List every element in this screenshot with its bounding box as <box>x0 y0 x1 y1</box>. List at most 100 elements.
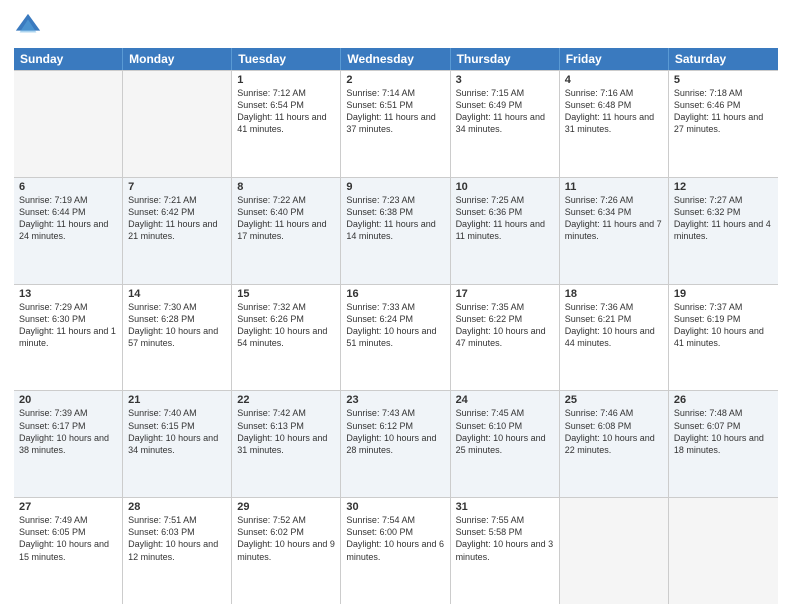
day-cell-22: 22Sunrise: 7:42 AMSunset: 6:13 PMDayligh… <box>232 391 341 497</box>
day-number: 21 <box>128 394 226 406</box>
day-cell-4: 4Sunrise: 7:16 AMSunset: 6:48 PMDaylight… <box>560 71 669 177</box>
day-cell-21: 21Sunrise: 7:40 AMSunset: 6:15 PMDayligh… <box>123 391 232 497</box>
day-cell-16: 16Sunrise: 7:33 AMSunset: 6:24 PMDayligh… <box>341 285 450 391</box>
day-number: 18 <box>565 288 663 300</box>
header <box>14 12 778 40</box>
day-detail: Sunrise: 7:32 AMSunset: 6:26 PMDaylight:… <box>237 301 335 350</box>
day-detail: Sunrise: 7:52 AMSunset: 6:02 PMDaylight:… <box>237 514 335 563</box>
day-cell-18: 18Sunrise: 7:36 AMSunset: 6:21 PMDayligh… <box>560 285 669 391</box>
day-detail: Sunrise: 7:29 AMSunset: 6:30 PMDaylight:… <box>19 301 117 350</box>
empty-cell <box>560 498 669 604</box>
day-number: 28 <box>128 501 226 513</box>
header-day-monday: Monday <box>123 48 232 70</box>
day-cell-26: 26Sunrise: 7:48 AMSunset: 6:07 PMDayligh… <box>669 391 778 497</box>
header-day-thursday: Thursday <box>451 48 560 70</box>
day-number: 22 <box>237 394 335 406</box>
day-detail: Sunrise: 7:15 AMSunset: 6:49 PMDaylight:… <box>456 87 554 136</box>
day-number: 26 <box>674 394 773 406</box>
day-detail: Sunrise: 7:48 AMSunset: 6:07 PMDaylight:… <box>674 407 773 456</box>
day-detail: Sunrise: 7:51 AMSunset: 6:03 PMDaylight:… <box>128 514 226 563</box>
day-number: 10 <box>456 181 554 193</box>
day-number: 8 <box>237 181 335 193</box>
calendar-week-4: 20Sunrise: 7:39 AMSunset: 6:17 PMDayligh… <box>14 391 778 498</box>
day-detail: Sunrise: 7:27 AMSunset: 6:32 PMDaylight:… <box>674 194 773 243</box>
day-detail: Sunrise: 7:45 AMSunset: 6:10 PMDaylight:… <box>456 407 554 456</box>
day-cell-25: 25Sunrise: 7:46 AMSunset: 6:08 PMDayligh… <box>560 391 669 497</box>
day-detail: Sunrise: 7:12 AMSunset: 6:54 PMDaylight:… <box>237 87 335 136</box>
day-number: 24 <box>456 394 554 406</box>
day-detail: Sunrise: 7:22 AMSunset: 6:40 PMDaylight:… <box>237 194 335 243</box>
day-detail: Sunrise: 7:37 AMSunset: 6:19 PMDaylight:… <box>674 301 773 350</box>
calendar-week-2: 6Sunrise: 7:19 AMSunset: 6:44 PMDaylight… <box>14 178 778 285</box>
day-number: 13 <box>19 288 117 300</box>
day-number: 19 <box>674 288 773 300</box>
day-detail: Sunrise: 7:26 AMSunset: 6:34 PMDaylight:… <box>565 194 663 243</box>
day-number: 16 <box>346 288 444 300</box>
day-cell-20: 20Sunrise: 7:39 AMSunset: 6:17 PMDayligh… <box>14 391 123 497</box>
header-day-wednesday: Wednesday <box>341 48 450 70</box>
logo <box>14 12 46 40</box>
day-detail: Sunrise: 7:42 AMSunset: 6:13 PMDaylight:… <box>237 407 335 456</box>
day-detail: Sunrise: 7:40 AMSunset: 6:15 PMDaylight:… <box>128 407 226 456</box>
day-number: 9 <box>346 181 444 193</box>
day-number: 29 <box>237 501 335 513</box>
day-cell-11: 11Sunrise: 7:26 AMSunset: 6:34 PMDayligh… <box>560 178 669 284</box>
day-cell-17: 17Sunrise: 7:35 AMSunset: 6:22 PMDayligh… <box>451 285 560 391</box>
calendar-week-1: 1Sunrise: 7:12 AMSunset: 6:54 PMDaylight… <box>14 70 778 178</box>
day-number: 25 <box>565 394 663 406</box>
page: SundayMondayTuesdayWednesdayThursdayFrid… <box>0 0 792 612</box>
day-detail: Sunrise: 7:36 AMSunset: 6:21 PMDaylight:… <box>565 301 663 350</box>
day-cell-7: 7Sunrise: 7:21 AMSunset: 6:42 PMDaylight… <box>123 178 232 284</box>
day-cell-27: 27Sunrise: 7:49 AMSunset: 6:05 PMDayligh… <box>14 498 123 604</box>
day-cell-31: 31Sunrise: 7:55 AMSunset: 5:58 PMDayligh… <box>451 498 560 604</box>
day-cell-28: 28Sunrise: 7:51 AMSunset: 6:03 PMDayligh… <box>123 498 232 604</box>
day-detail: Sunrise: 7:43 AMSunset: 6:12 PMDaylight:… <box>346 407 444 456</box>
empty-cell <box>14 71 123 177</box>
day-number: 31 <box>456 501 554 513</box>
day-detail: Sunrise: 7:49 AMSunset: 6:05 PMDaylight:… <box>19 514 117 563</box>
day-cell-24: 24Sunrise: 7:45 AMSunset: 6:10 PMDayligh… <box>451 391 560 497</box>
day-number: 23 <box>346 394 444 406</box>
day-number: 27 <box>19 501 117 513</box>
header-day-sunday: Sunday <box>14 48 123 70</box>
day-detail: Sunrise: 7:55 AMSunset: 5:58 PMDaylight:… <box>456 514 554 563</box>
day-number: 3 <box>456 74 554 86</box>
day-detail: Sunrise: 7:46 AMSunset: 6:08 PMDaylight:… <box>565 407 663 456</box>
day-cell-1: 1Sunrise: 7:12 AMSunset: 6:54 PMDaylight… <box>232 71 341 177</box>
day-number: 20 <box>19 394 117 406</box>
day-number: 6 <box>19 181 117 193</box>
day-detail: Sunrise: 7:21 AMSunset: 6:42 PMDaylight:… <box>128 194 226 243</box>
header-day-friday: Friday <box>560 48 669 70</box>
day-cell-3: 3Sunrise: 7:15 AMSunset: 6:49 PMDaylight… <box>451 71 560 177</box>
day-number: 7 <box>128 181 226 193</box>
header-day-saturday: Saturday <box>669 48 778 70</box>
day-number: 5 <box>674 74 773 86</box>
day-detail: Sunrise: 7:16 AMSunset: 6:48 PMDaylight:… <box>565 87 663 136</box>
day-cell-23: 23Sunrise: 7:43 AMSunset: 6:12 PMDayligh… <box>341 391 450 497</box>
day-number: 1 <box>237 74 335 86</box>
day-number: 2 <box>346 74 444 86</box>
day-detail: Sunrise: 7:14 AMSunset: 6:51 PMDaylight:… <box>346 87 444 136</box>
day-detail: Sunrise: 7:33 AMSunset: 6:24 PMDaylight:… <box>346 301 444 350</box>
calendar-header: SundayMondayTuesdayWednesdayThursdayFrid… <box>14 48 778 70</box>
day-cell-9: 9Sunrise: 7:23 AMSunset: 6:38 PMDaylight… <box>341 178 450 284</box>
day-cell-13: 13Sunrise: 7:29 AMSunset: 6:30 PMDayligh… <box>14 285 123 391</box>
day-detail: Sunrise: 7:39 AMSunset: 6:17 PMDaylight:… <box>19 407 117 456</box>
day-cell-5: 5Sunrise: 7:18 AMSunset: 6:46 PMDaylight… <box>669 71 778 177</box>
day-cell-29: 29Sunrise: 7:52 AMSunset: 6:02 PMDayligh… <box>232 498 341 604</box>
day-number: 15 <box>237 288 335 300</box>
day-cell-2: 2Sunrise: 7:14 AMSunset: 6:51 PMDaylight… <box>341 71 450 177</box>
day-cell-15: 15Sunrise: 7:32 AMSunset: 6:26 PMDayligh… <box>232 285 341 391</box>
day-number: 4 <box>565 74 663 86</box>
day-detail: Sunrise: 7:35 AMSunset: 6:22 PMDaylight:… <box>456 301 554 350</box>
day-cell-14: 14Sunrise: 7:30 AMSunset: 6:28 PMDayligh… <box>123 285 232 391</box>
day-number: 30 <box>346 501 444 513</box>
day-detail: Sunrise: 7:25 AMSunset: 6:36 PMDaylight:… <box>456 194 554 243</box>
day-detail: Sunrise: 7:54 AMSunset: 6:00 PMDaylight:… <box>346 514 444 563</box>
day-number: 14 <box>128 288 226 300</box>
day-number: 11 <box>565 181 663 193</box>
day-detail: Sunrise: 7:30 AMSunset: 6:28 PMDaylight:… <box>128 301 226 350</box>
day-cell-30: 30Sunrise: 7:54 AMSunset: 6:00 PMDayligh… <box>341 498 450 604</box>
day-cell-10: 10Sunrise: 7:25 AMSunset: 6:36 PMDayligh… <box>451 178 560 284</box>
day-number: 17 <box>456 288 554 300</box>
